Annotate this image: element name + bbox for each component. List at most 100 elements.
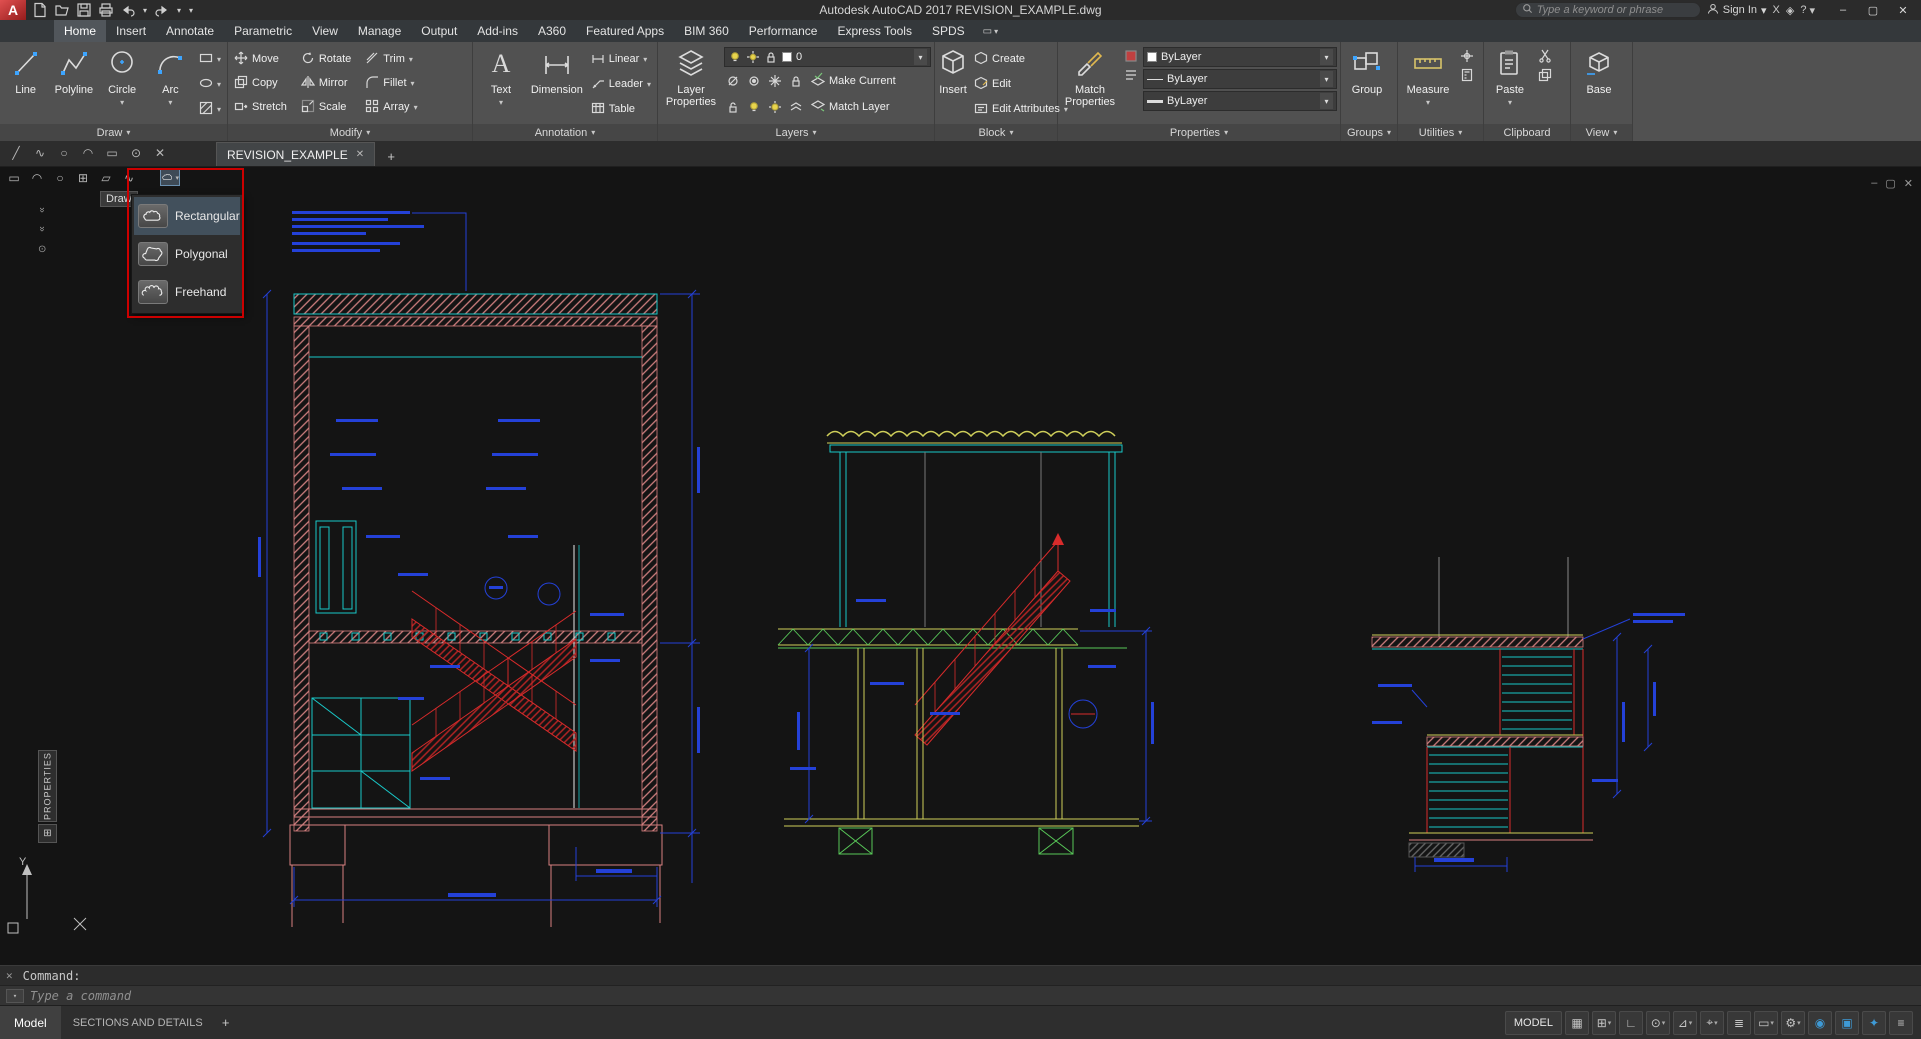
layer-dropdown-caret-icon[interactable]: ▾ bbox=[914, 49, 927, 65]
drawing-restore-icon[interactable]: ▢ bbox=[1885, 177, 1895, 190]
text-button[interactable]: A Text ▾ bbox=[476, 44, 526, 122]
measure-dropdown-icon[interactable]: ▾ bbox=[1426, 98, 1430, 107]
layer-lock-tool-icon[interactable] bbox=[787, 72, 805, 90]
grid-icon[interactable]: ▦ bbox=[1565, 1011, 1589, 1035]
toolbar-polygon-icon[interactable]: ▱ bbox=[96, 169, 116, 186]
revision-cloud-button[interactable]: ▾ bbox=[160, 169, 180, 186]
lineweight-dropdown-caret-icon[interactable]: ▾ bbox=[1320, 93, 1333, 109]
groups-panel-footer[interactable]: Groups▾ bbox=[1341, 124, 1397, 141]
paste-button[interactable]: Paste ▾ bbox=[1487, 44, 1533, 122]
leader-dropdown-icon[interactable]: ▾ bbox=[647, 80, 651, 89]
polyline-button[interactable]: Polyline bbox=[51, 44, 96, 122]
draw-panel-footer[interactable]: Draw▾ bbox=[0, 124, 227, 141]
ortho-icon[interactable]: ∟ bbox=[1619, 1011, 1643, 1035]
tab-manage[interactable]: Manage bbox=[348, 20, 411, 42]
save-icon[interactable] bbox=[74, 1, 94, 19]
linetype-dropdown-caret-icon[interactable]: ▾ bbox=[1320, 71, 1333, 87]
group-button[interactable]: Group bbox=[1344, 44, 1390, 122]
tab-home[interactable]: Home bbox=[54, 20, 106, 42]
redo-icon[interactable] bbox=[152, 1, 172, 19]
snap-icon[interactable]: ⊞▾ bbox=[1592, 1011, 1616, 1035]
tab-express-tools[interactable]: Express Tools bbox=[827, 20, 921, 42]
command-input[interactable] bbox=[30, 989, 1915, 1003]
rotate-button[interactable]: Rotate bbox=[298, 47, 354, 71]
layer-off-tool-icon[interactable] bbox=[724, 72, 742, 90]
toolbar-rectangle-icon[interactable]: ▭ bbox=[102, 144, 122, 162]
clean-screen-icon[interactable]: ✦ bbox=[1862, 1011, 1886, 1035]
cut-icon[interactable] bbox=[1536, 47, 1554, 65]
fillet-dropdown-icon[interactable]: ▾ bbox=[411, 79, 415, 88]
quick-calc-icon[interactable] bbox=[1458, 66, 1476, 84]
toolbar-circle-icon[interactable]: ○ bbox=[54, 144, 74, 162]
tab-insert[interactable]: Insert bbox=[106, 20, 156, 42]
toolbar-point-icon[interactable]: ⊙ bbox=[126, 144, 146, 162]
toolbar-arc2-icon[interactable]: ◠ bbox=[27, 169, 47, 186]
linear-button[interactable]: Linear▾ bbox=[588, 47, 654, 71]
exchange-apps-icon[interactable]: X bbox=[1773, 4, 1780, 16]
color-dropdown-caret-icon[interactable]: ▾ bbox=[1320, 49, 1333, 65]
copy-clip-icon[interactable] bbox=[1536, 66, 1554, 84]
mirror-button[interactable]: Mirror bbox=[298, 71, 354, 95]
stay-connected-icon[interactable]: ◈ bbox=[1786, 4, 1794, 17]
flyout-item-freehand[interactable]: Freehand bbox=[134, 273, 240, 311]
flyout-item-polygonal[interactable]: Polygonal bbox=[134, 235, 240, 273]
model-space-canvas[interactable]: Y – ▢ ✕ ▭ ◠ ○ ⊞ ▱ ∿ ▾ Draw bbox=[0, 167, 1921, 965]
move-button[interactable]: Move bbox=[231, 47, 290, 71]
tab-output[interactable]: Output bbox=[411, 20, 467, 42]
drawing-tab-close-icon[interactable]: ✕ bbox=[356, 149, 364, 160]
measure-button[interactable]: Measure ▾ bbox=[1401, 44, 1455, 122]
lineweight-icon[interactable]: ≣ bbox=[1727, 1011, 1751, 1035]
workspace-gear-icon[interactable]: ⚙▾ bbox=[1781, 1011, 1805, 1035]
trim-dropdown-icon[interactable]: ▾ bbox=[409, 55, 413, 64]
tab-parametric[interactable]: Parametric bbox=[224, 20, 302, 42]
model-space-button[interactable]: MODEL bbox=[1505, 1011, 1562, 1035]
drawing-tab[interactable]: REVISION_EXAMPLE ✕ bbox=[216, 142, 375, 166]
restore-icon[interactable]: ▢ bbox=[1859, 1, 1887, 19]
ribbon-display-toggle-icon[interactable]: ▭▾ bbox=[983, 20, 998, 42]
toolbar-spline2-icon[interactable]: ∿ bbox=[119, 169, 139, 186]
tab-performance[interactable]: Performance bbox=[739, 20, 828, 42]
object-color-icon[interactable] bbox=[1122, 47, 1140, 65]
leader-button[interactable]: Leader▾ bbox=[588, 72, 654, 96]
tab-featured-apps[interactable]: Featured Apps bbox=[576, 20, 674, 42]
customize-icon[interactable]: ≡ bbox=[1889, 1011, 1913, 1035]
dimension-button[interactable]: Dimension bbox=[529, 44, 585, 122]
undo-dropdown-icon[interactable]: ▾ bbox=[140, 6, 150, 15]
array-dropdown-icon[interactable]: ▾ bbox=[414, 103, 418, 112]
insert-button[interactable]: Insert bbox=[938, 44, 968, 122]
polar-tracking-icon[interactable]: ⊙▾ bbox=[1646, 1011, 1670, 1035]
copy-button[interactable]: Copy bbox=[231, 71, 290, 95]
properties-palette-icon[interactable]: ⊞ bbox=[38, 824, 57, 843]
tab-spds[interactable]: SPDS bbox=[922, 20, 975, 42]
view-panel-footer[interactable]: View▾ bbox=[1571, 124, 1632, 141]
layout-tab-sections-and-details[interactable]: SECTIONS AND DETAILS bbox=[61, 1006, 215, 1039]
array-button[interactable]: Array▾ bbox=[362, 95, 420, 119]
match-layer-button[interactable]: Match Layer bbox=[808, 95, 893, 119]
modify-panel-footer[interactable]: Modify▾ bbox=[228, 124, 472, 141]
color-dropdown[interactable]: ByLayer▾ bbox=[1143, 47, 1337, 67]
toolbar-circle2-icon[interactable]: ○ bbox=[50, 169, 70, 186]
lineweight-dropdown[interactable]: ByLayer▾ bbox=[1143, 91, 1337, 111]
layer-unlock-icon[interactable] bbox=[724, 98, 742, 116]
search-input[interactable] bbox=[1537, 4, 1694, 16]
autocad-app-button[interactable]: A bbox=[0, 0, 26, 20]
toolbar-line-icon[interactable]: ╱ bbox=[6, 144, 26, 162]
id-point-icon[interactable] bbox=[1458, 47, 1476, 65]
list-properties-icon[interactable] bbox=[1122, 66, 1140, 84]
dock-chevron2-icon[interactable]: » bbox=[37, 226, 48, 234]
help-icon[interactable]: ?▾ bbox=[1800, 4, 1815, 17]
graphics-performance-icon[interactable]: ▣ bbox=[1835, 1011, 1859, 1035]
base-button[interactable]: Base bbox=[1574, 44, 1624, 122]
model-tab[interactable]: Model bbox=[0, 1006, 61, 1039]
drawing-close-icon[interactable]: ✕ bbox=[1904, 177, 1913, 190]
toolbar-spline-icon[interactable]: ∿ bbox=[30, 144, 50, 162]
toolbar-close-icon[interactable]: ✕ bbox=[150, 144, 170, 162]
block-panel-footer[interactable]: Block▾ bbox=[935, 124, 1057, 141]
layer-walk-icon[interactable] bbox=[787, 98, 805, 116]
close-icon[interactable]: ✕ bbox=[1889, 1, 1917, 19]
qat-customize-icon[interactable]: ▾ bbox=[186, 6, 196, 15]
dock-chevron-icon[interactable]: » bbox=[37, 207, 48, 215]
arc-button[interactable]: Arc ▾ bbox=[148, 44, 193, 122]
tab-bim360[interactable]: BIM 360 bbox=[674, 20, 739, 42]
minimize-icon[interactable]: – bbox=[1829, 1, 1857, 19]
